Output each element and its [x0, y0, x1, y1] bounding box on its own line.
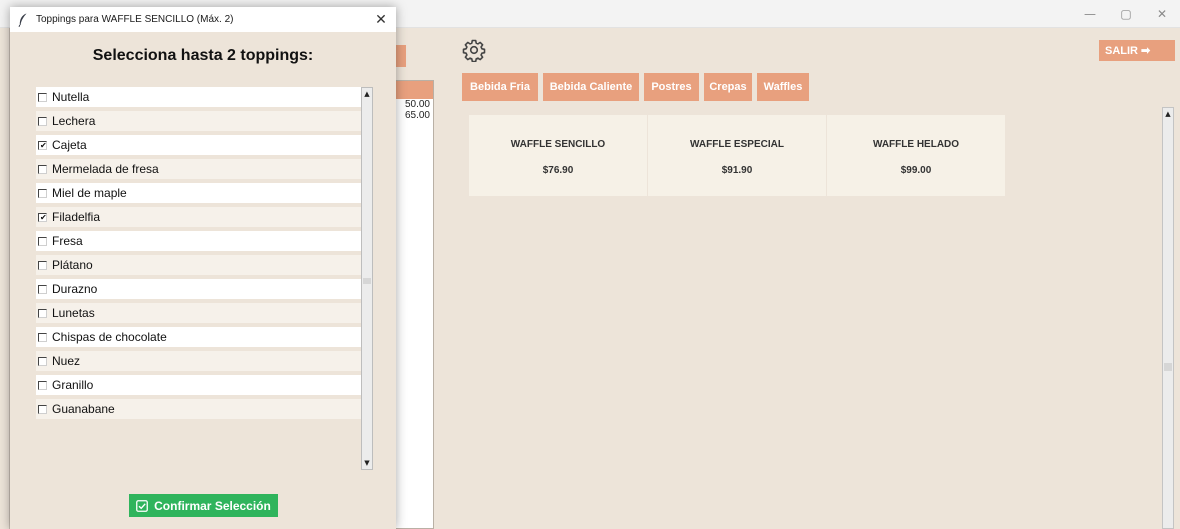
- category-waffles[interactable]: Waffles: [757, 73, 809, 101]
- topping-row[interactable]: Mermelada de fresa: [36, 159, 362, 179]
- topping-row[interactable]: Miel de maple: [36, 183, 362, 203]
- topping-checkbox[interactable]: [38, 380, 47, 390]
- exit-button[interactable]: SALIR ➡: [1099, 40, 1175, 61]
- toppings-list: Nutella Lechera ✔ Cajeta Mermelada de fresa M…: [36, 87, 362, 470]
- topping-row[interactable]: Granillo: [36, 375, 362, 395]
- confirm-selection-button[interactable]: Confirmar Selección: [129, 494, 278, 517]
- topping-checkbox[interactable]: [38, 404, 47, 414]
- topping-label: Durazno: [52, 282, 98, 296]
- category-bar: Bebida Fria Bebida Caliente Postres Crep…: [462, 73, 809, 101]
- order-list[interactable]: 50.00 65.00: [396, 80, 434, 529]
- topping-row[interactable]: Plátano: [36, 255, 362, 275]
- product-name: WAFFLE SENCILLO: [510, 139, 606, 150]
- order-price: 65.00: [404, 110, 430, 121]
- order-list-header: [396, 81, 433, 99]
- main-window-edge: [0, 28, 10, 529]
- topping-checkbox[interactable]: [38, 188, 47, 198]
- topping-label: Granillo: [52, 378, 94, 392]
- topping-row[interactable]: ✔ Filadelfia: [36, 207, 362, 227]
- product-card[interactable]: WAFFLE SENCILLO $76.90: [469, 115, 647, 196]
- scroll-thumb[interactable]: [363, 278, 371, 284]
- category-postres[interactable]: Postres: [644, 73, 699, 101]
- dialog-titlebar: Toppings para WAFFLE SENCILLO (Máx. 2) ✕: [10, 7, 396, 32]
- topping-label: Lechera: [52, 114, 96, 128]
- topping-row[interactable]: Fresa: [36, 231, 362, 251]
- topping-label: Nutella: [52, 90, 90, 104]
- topping-row[interactable]: Chispas de chocolate: [36, 327, 362, 347]
- topping-label: Nuez: [52, 354, 81, 368]
- product-card[interactable]: WAFFLE HELADO $99.00: [827, 115, 1005, 196]
- topping-label: Chispas de chocolate: [52, 330, 167, 344]
- check-icon: ✔: [40, 140, 47, 150]
- topping-checkbox[interactable]: ✔: [38, 212, 47, 222]
- close-button[interactable]: ✕: [1144, 0, 1180, 28]
- topping-label: Miel de maple: [52, 186, 127, 200]
- topping-checkbox[interactable]: [38, 284, 47, 294]
- category-bebida-fria[interactable]: Bebida Fria: [462, 73, 538, 101]
- product-card[interactable]: WAFFLE ESPECIAL $91.90: [648, 115, 826, 196]
- check-icon: ✔: [40, 212, 47, 222]
- order-price: 50.00: [404, 99, 430, 110]
- dialog-close-icon[interactable]: ✕: [372, 11, 390, 29]
- topping-label: Guanabane: [52, 402, 115, 416]
- topping-checkbox[interactable]: [38, 164, 47, 174]
- topping-row[interactable]: Guanabane: [36, 399, 362, 419]
- dialog-heading: Selecciona hasta 2 toppings:: [92, 47, 314, 64]
- topping-row[interactable]: ✔ Cajeta: [36, 135, 362, 155]
- scroll-down-icon[interactable]: ▼: [362, 457, 372, 469]
- scroll-up-icon[interactable]: ▲: [362, 88, 372, 100]
- product-name: WAFFLE HELADO: [872, 139, 960, 150]
- product-scrollbar[interactable]: ▲: [1162, 107, 1174, 529]
- category-crepas[interactable]: Crepas: [704, 73, 752, 101]
- gear-icon[interactable]: [462, 38, 486, 62]
- product-price: $76.90: [542, 165, 574, 176]
- topping-row[interactable]: Lunetas: [36, 303, 362, 323]
- check-square-icon: [136, 499, 149, 512]
- minimize-button[interactable]: —: [1072, 0, 1108, 28]
- topping-checkbox[interactable]: [38, 116, 47, 126]
- topping-checkbox[interactable]: [38, 236, 47, 246]
- maximize-button[interactable]: ▢: [1108, 0, 1144, 28]
- product-name: WAFFLE ESPECIAL: [690, 139, 784, 150]
- topping-label: Cajeta: [52, 138, 87, 152]
- window-controls: — ▢ ✕: [1072, 0, 1180, 28]
- dialog-title: Toppings para WAFFLE SENCILLO (Máx. 2): [36, 14, 234, 25]
- topping-checkbox[interactable]: [38, 92, 47, 102]
- topping-label: Mermelada de fresa: [52, 162, 159, 176]
- scroll-thumb[interactable]: [1164, 363, 1172, 371]
- topping-checkbox[interactable]: [38, 308, 47, 318]
- topping-label: Plátano: [52, 258, 93, 272]
- topping-checkbox[interactable]: [38, 356, 47, 366]
- topping-checkbox[interactable]: [38, 260, 47, 270]
- topping-row[interactable]: Nuez: [36, 351, 362, 371]
- topping-label: Fresa: [52, 234, 83, 248]
- topping-row[interactable]: Nutella: [36, 87, 362, 107]
- topping-label: Lunetas: [52, 306, 95, 320]
- topping-row[interactable]: Lechera: [36, 111, 362, 131]
- feather-icon: [18, 13, 27, 27]
- topping-row[interactable]: Durazno: [36, 279, 362, 299]
- topping-checkbox[interactable]: [38, 332, 47, 342]
- topping-checkbox[interactable]: ✔: [38, 140, 47, 150]
- order-panel-button[interactable]: [396, 45, 406, 67]
- product-price: $99.00: [900, 165, 932, 176]
- product-price: $91.90: [721, 165, 753, 176]
- scroll-up-icon[interactable]: ▲: [1163, 108, 1173, 120]
- confirm-selection-label: Confirmar Selección: [154, 498, 271, 513]
- category-bebida-caliente[interactable]: Bebida Caliente: [543, 73, 639, 101]
- toppings-scrollbar[interactable]: ▲ ▼: [361, 87, 373, 470]
- topping-label: Filadelfia: [52, 210, 101, 224]
- toppings-dialog: Toppings para WAFFLE SENCILLO (Máx. 2) ✕…: [10, 7, 396, 529]
